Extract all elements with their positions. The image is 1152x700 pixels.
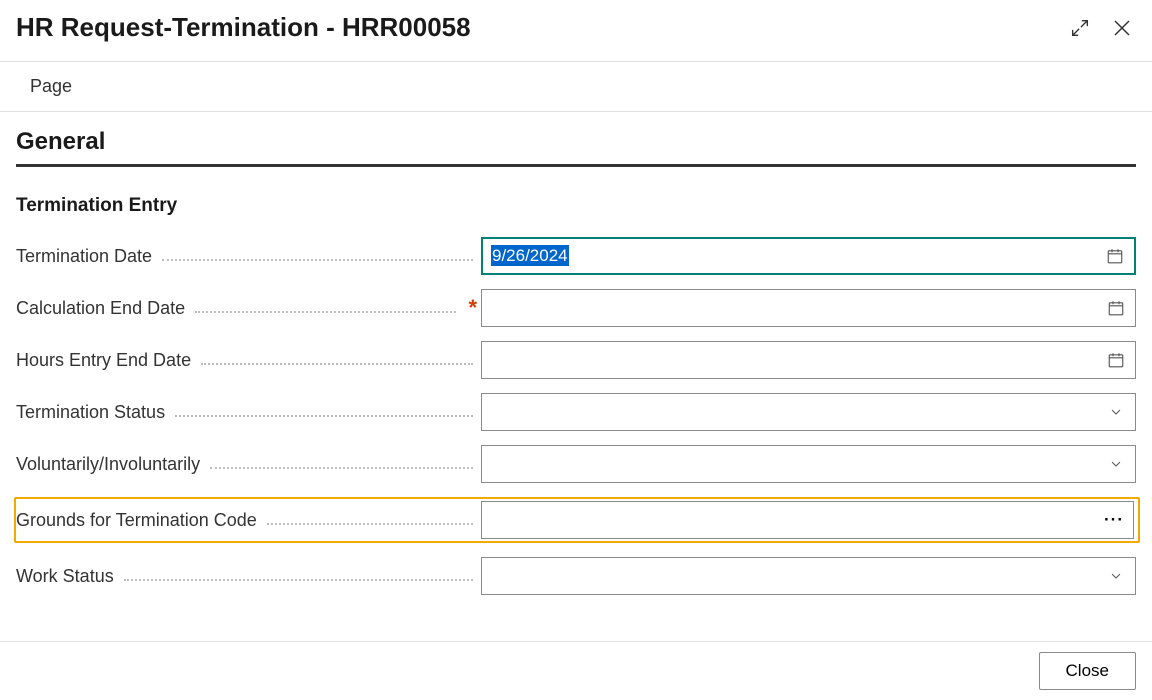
ellipsis-icon[interactable]: ··· [1103,509,1125,531]
expand-icon[interactable] [1066,14,1094,42]
field-grounds-for-termination-code: Grounds for Termination Code ··· [14,497,1140,543]
dots [201,363,473,365]
label-work-status: Work Status [16,566,120,587]
field-termination-status: Termination Status [16,393,1136,431]
field-termination-date: Termination Date 9/26/2024 [16,237,1136,275]
input-value-termination-date: 9/26/2024 [491,245,569,266]
select-termination-status[interactable] [481,393,1136,431]
label-calculation-end-date: Calculation End Date [16,298,191,319]
field-hours-entry-end-date: Hours Entry End Date [16,341,1136,379]
label-termination-status: Termination Status [16,402,171,423]
field-calculation-end-date: Calculation End Date * [16,289,1136,327]
calendar-icon[interactable] [1105,349,1127,371]
dots [124,579,473,581]
field-voluntarily-involuntarily: Voluntarily/Involuntarily [16,445,1136,483]
calendar-icon[interactable] [1104,245,1126,267]
label-hours-entry-end-date: Hours Entry End Date [16,350,197,371]
input-calculation-end-date[interactable] [481,289,1136,327]
section-general: General [16,128,1136,167]
tab-page[interactable]: Page [16,62,86,111]
input-termination-date[interactable]: 9/26/2024 [481,237,1136,275]
close-button[interactable]: Close [1039,652,1136,690]
select-work-status[interactable] [481,557,1136,595]
dots [210,467,473,469]
dots [162,259,473,261]
page-title: HR Request-Termination - HRR00058 [16,12,471,43]
lookup-grounds-for-termination-code[interactable]: ··· [481,501,1134,539]
close-icon[interactable] [1108,14,1136,42]
calendar-icon[interactable] [1105,297,1127,319]
label-termination-date: Termination Date [16,246,158,267]
select-voluntarily-involuntarily[interactable] [481,445,1136,483]
required-asterisk: * [468,295,477,321]
field-work-status: Work Status [16,557,1136,595]
chevron-down-icon[interactable] [1105,401,1127,423]
input-hours-entry-end-date[interactable] [481,341,1136,379]
dots [195,311,456,313]
dots [267,523,473,525]
dots [175,415,473,417]
chevron-down-icon[interactable] [1105,565,1127,587]
chevron-down-icon[interactable] [1105,453,1127,475]
label-voluntarily-involuntarily: Voluntarily/Involuntarily [16,454,206,475]
label-grounds-for-termination-code: Grounds for Termination Code [16,510,263,531]
subsection-termination-entry: Termination Entry [16,195,1136,217]
